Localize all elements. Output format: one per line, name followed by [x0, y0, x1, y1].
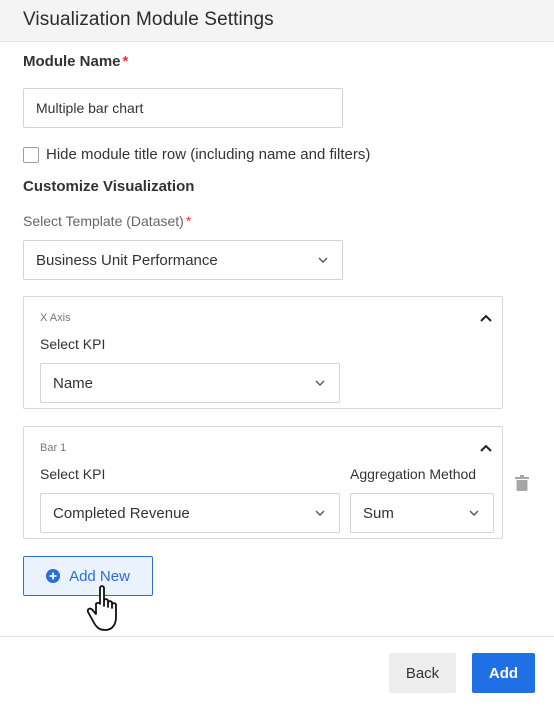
- chevron-up-icon[interactable]: [479, 443, 493, 453]
- hand-pointer-icon: [86, 585, 117, 631]
- chevron-up-icon[interactable]: [479, 313, 493, 323]
- bar-1-kpi-label: Select KPI: [40, 466, 106, 482]
- add-new-label: Add New: [69, 567, 130, 585]
- trash-icon[interactable]: [515, 475, 529, 491]
- bar-1-aggregation-value: Sum: [363, 504, 394, 522]
- bar-1-kpi-select[interactable]: Completed Revenue: [40, 493, 340, 533]
- chevron-down-icon: [315, 380, 325, 386]
- required-mark: *: [185, 213, 192, 229]
- back-button[interactable]: Back: [389, 653, 456, 693]
- dialog-footer: [0, 636, 554, 708]
- template-label: Select Template (Dataset) *: [23, 213, 191, 229]
- bar-1-aggregation-label: Aggregation Method: [350, 466, 477, 482]
- add-button[interactable]: Add: [472, 653, 535, 693]
- bar-1-section-label: Bar 1: [40, 442, 67, 454]
- template-label-text: Select Template (Dataset): [23, 213, 184, 229]
- x-axis-kpi-label: Select KPI: [40, 336, 106, 352]
- required-mark: *: [122, 53, 129, 70]
- chevron-down-icon: [318, 257, 328, 263]
- module-name-label-text: Module Name: [23, 53, 121, 70]
- bar-1-aggregation-select[interactable]: Sum: [350, 493, 494, 533]
- chevron-down-icon: [315, 510, 325, 516]
- dialog-title: Visualization Module Settings: [23, 9, 274, 30]
- hide-title-row-label: Hide module title row (including name an…: [46, 146, 371, 163]
- plus-circle-icon: [46, 569, 61, 583]
- module-name-input[interactable]: Multiple bar chart: [23, 88, 343, 128]
- module-name-value: Multiple bar chart: [36, 100, 144, 116]
- x-axis-kpi-value: Name: [53, 374, 94, 392]
- module-name-label: Module Name *: [23, 53, 128, 70]
- template-select[interactable]: Business Unit Performance: [23, 240, 343, 280]
- template-selected-value: Business Unit Performance: [36, 251, 218, 269]
- hide-title-row-checkbox[interactable]: [23, 147, 39, 163]
- x-axis-section-label: X Axis: [40, 312, 71, 324]
- dialog-header: Visualization Module Settings: [0, 0, 554, 42]
- chevron-down-icon: [469, 510, 479, 516]
- x-axis-kpi-select[interactable]: Name: [40, 363, 340, 403]
- bar-1-kpi-value: Completed Revenue: [53, 504, 190, 522]
- customize-visualization-heading: Customize Visualization: [23, 178, 195, 195]
